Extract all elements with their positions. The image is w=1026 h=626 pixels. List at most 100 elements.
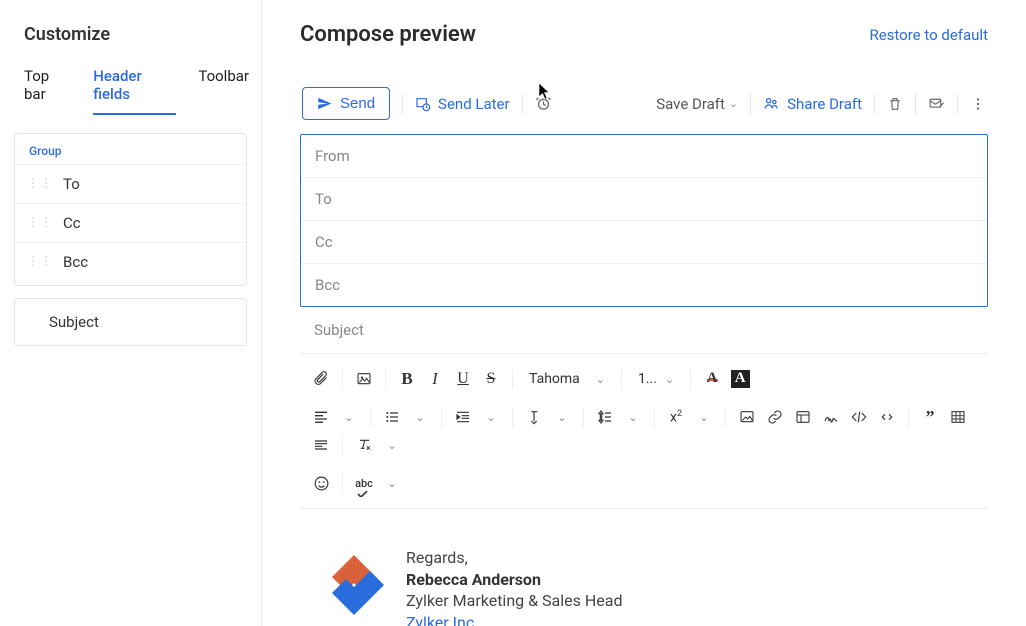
send-later-label: Send Later: [438, 95, 510, 113]
restore-default-link[interactable]: Restore to default: [869, 26, 988, 44]
chevron-down-icon: ⌄: [415, 411, 424, 424]
list-button[interactable]: [379, 404, 405, 430]
insert-image-button[interactable]: [351, 366, 377, 392]
signature-icon: [822, 409, 840, 425]
align-dropdown[interactable]: ⌄: [336, 404, 362, 430]
share-people-icon: [763, 95, 780, 112]
underline-button[interactable]: U: [450, 366, 476, 392]
save-draft-button[interactable]: Save Draft ⌄: [656, 95, 738, 113]
drag-handle-icon[interactable]: ⋮⋮: [27, 258, 53, 265]
text-color-button[interactable]: A: [699, 366, 725, 392]
emoji-icon: [313, 475, 330, 492]
indent-icon: [455, 409, 471, 425]
quote-icon: ”: [926, 407, 935, 428]
signature-name: Rebecca Anderson: [406, 569, 622, 591]
subject-field[interactable]: Subject: [300, 307, 988, 353]
italic-button[interactable]: I: [422, 366, 448, 392]
hr-button[interactable]: [308, 432, 334, 458]
line-height-button[interactable]: [592, 404, 618, 430]
chevron-down-icon: ⌄: [699, 411, 708, 424]
group-item-to[interactable]: ⋮⋮ To: [15, 164, 246, 203]
group-item-label: To: [63, 175, 80, 193]
more-vertical-icon: [970, 96, 986, 112]
tab-toolbar[interactable]: Toolbar: [198, 67, 249, 115]
quote-button[interactable]: ”: [917, 404, 943, 430]
chevron-down-icon: ⌄: [344, 411, 353, 424]
drag-handle-icon[interactable]: ⋮⋮: [27, 180, 53, 187]
send-button[interactable]: Send: [302, 87, 390, 120]
sidebar-title: Customize: [12, 24, 249, 45]
align-button[interactable]: [308, 404, 334, 430]
paperclip-icon: [313, 371, 329, 387]
layout-icon: [795, 409, 811, 425]
list-dropdown[interactable]: ⌄: [407, 404, 433, 430]
chevron-down-icon: ⌄: [486, 411, 495, 424]
bg-color-button[interactable]: A: [727, 366, 753, 392]
align-left-icon: [313, 409, 329, 425]
bg-color-icon: A: [731, 370, 750, 388]
compose-action-bar: Send Send Later Save Draft ⌄ Share Draft: [300, 87, 988, 120]
text-color-icon: A: [707, 378, 718, 381]
chevron-down-icon: ⌄: [557, 411, 566, 424]
header-fields-block: From To Cc Bcc: [300, 134, 988, 307]
emoji-button[interactable]: [308, 470, 334, 496]
clear-format-dropdown[interactable]: ⌄: [379, 432, 405, 458]
direction-button[interactable]: [521, 404, 547, 430]
share-draft-button[interactable]: Share Draft: [763, 95, 862, 113]
line-height-dropdown[interactable]: ⌄: [620, 404, 646, 430]
spellcheck-button[interactable]: abc: [351, 470, 377, 496]
indent-button[interactable]: [450, 404, 476, 430]
drag-handle-icon[interactable]: ⋮⋮: [27, 219, 53, 226]
group-item-bcc[interactable]: ⋮⋮ Bcc: [15, 242, 246, 281]
group-item-label: Cc: [63, 214, 81, 232]
signature-button[interactable]: [818, 404, 844, 430]
bcc-field[interactable]: Bcc: [301, 264, 987, 306]
font-family-select[interactable]: Tahoma ⌄: [521, 371, 613, 387]
superscript-dropdown[interactable]: ⌄: [691, 404, 717, 430]
send-later-button[interactable]: Send Later: [415, 95, 510, 113]
insert-inline-image-button[interactable]: [734, 404, 760, 430]
more-menu-button[interactable]: [970, 96, 986, 112]
open-new-button[interactable]: [928, 95, 945, 112]
save-draft-label: Save Draft: [656, 95, 725, 113]
code-block-button[interactable]: [874, 404, 900, 430]
picture-icon: [739, 409, 755, 425]
cc-field[interactable]: Cc: [301, 221, 987, 264]
subject-item[interactable]: Subject: [14, 298, 247, 346]
signature-text: Regards, Rebecca Anderson Zylker Marketi…: [406, 547, 622, 626]
chevron-down-icon: ⌄: [387, 477, 396, 490]
send-label: Send: [340, 95, 375, 112]
line-height-icon: [597, 409, 613, 425]
table-button[interactable]: [945, 404, 971, 430]
to-field[interactable]: To: [301, 178, 987, 221]
hr-icon: [313, 437, 329, 453]
superscript-button[interactable]: x2: [663, 404, 689, 430]
strikethrough-button[interactable]: S: [478, 366, 504, 392]
tab-header-fields[interactable]: Header fields: [93, 67, 176, 115]
trash-icon: [887, 96, 903, 112]
delete-button[interactable]: [887, 96, 903, 112]
direction-dropdown[interactable]: ⌄: [549, 404, 575, 430]
attachment-button[interactable]: [308, 366, 334, 392]
from-field[interactable]: From: [301, 135, 987, 178]
group-item-cc[interactable]: ⋮⋮ Cc: [15, 203, 246, 242]
spellcheck-dropdown[interactable]: ⌄: [379, 470, 405, 496]
tab-top-bar[interactable]: Top bar: [24, 67, 71, 115]
chevron-down-icon: ⌄: [665, 373, 674, 386]
schedule-send-icon: [415, 96, 431, 112]
bold-button[interactable]: B: [394, 366, 420, 392]
font-size-select[interactable]: 1... ⌄: [630, 371, 682, 387]
code-button[interactable]: [846, 404, 872, 430]
template-button[interactable]: [790, 404, 816, 430]
editor-toolbar: B I U S Tahoma ⌄ 1... ⌄ A A: [300, 353, 988, 509]
reminder-button[interactable]: [535, 95, 552, 112]
superscript-icon: x2: [670, 409, 682, 426]
font-size-value: 1...: [638, 371, 657, 387]
signature-company-link[interactable]: Zylker Inc: [406, 613, 474, 626]
compose-preview: Compose preview Restore to default Send …: [262, 0, 1026, 626]
indent-dropdown[interactable]: ⌄: [478, 404, 504, 430]
link-icon: [767, 409, 783, 425]
image-icon: [356, 371, 372, 387]
clear-format-button[interactable]: [351, 432, 377, 458]
link-button[interactable]: [762, 404, 788, 430]
